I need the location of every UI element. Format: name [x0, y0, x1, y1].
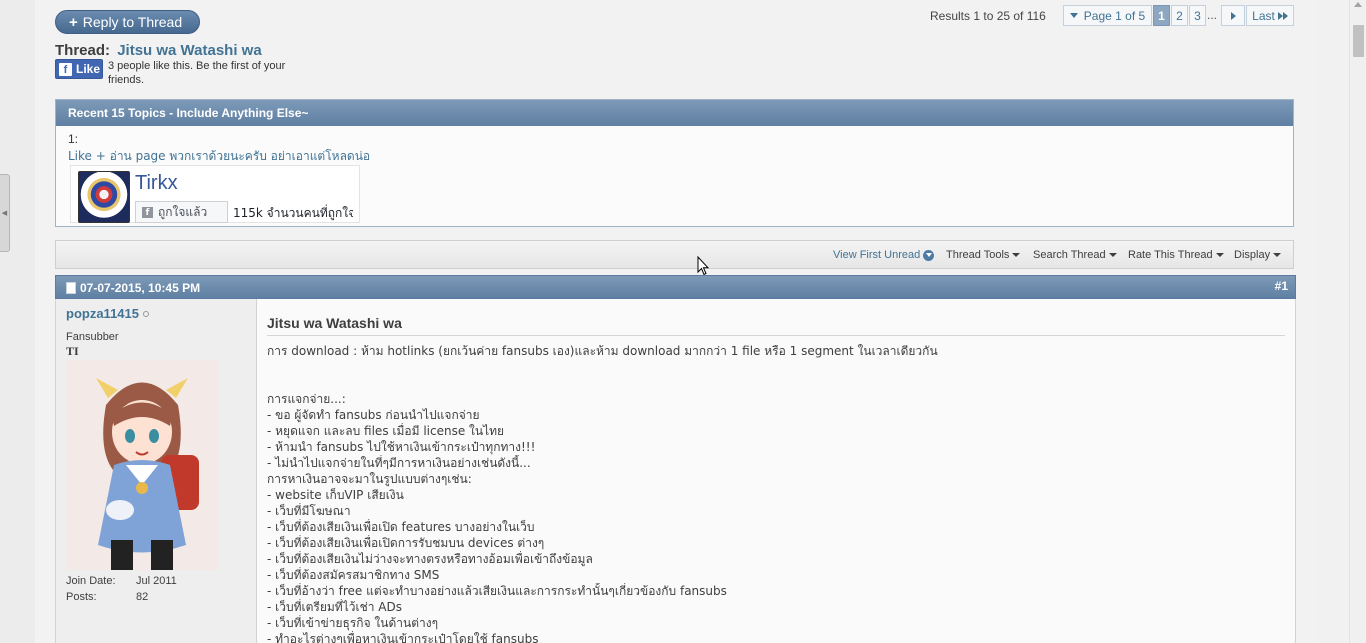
post-content: Jitsu wa Watashi wa การ download : ห้าม … [257, 299, 1296, 643]
post-line [267, 375, 1285, 391]
post-line: การหาเงินอาจจะมาในรูปแบบต่างๆเช่น: [267, 472, 472, 486]
search-thread-menu[interactable]: Search Thread [1033, 249, 1117, 261]
join-date-row: Join Date: Jul 2011 [66, 575, 177, 587]
thread-prefix: Thread: [55, 42, 111, 59]
thread-title-link[interactable]: Jitsu wa Watashi wa [117, 42, 262, 59]
facebook-page-like-button[interactable]: f ถูกใจแล้ว [135, 201, 228, 223]
side-panel-toggle[interactable]: ◀ [0, 174, 10, 252]
post-line: - ทำอะไรต่างๆเพื่อหาเงินเข้ากระเป๋าโดยใช… [267, 632, 539, 643]
post-line: - เว็บที่มีโฆษณา [267, 504, 351, 518]
posts-value: 82 [136, 591, 149, 603]
display-mode-menu[interactable]: Display [1234, 249, 1282, 261]
post-line: - เว็บที่ต้องเสียเงินไม่ว่างจะทางตรงหรือ… [267, 552, 593, 566]
mouse-cursor-icon [697, 256, 709, 276]
user-title: Fansubber [66, 331, 119, 343]
facebook-icon: f [59, 62, 72, 76]
join-date-value: Jul 2011 [136, 575, 177, 587]
facebook-page-avatar[interactable] [78, 171, 130, 223]
page-link[interactable]: 2 [1171, 5, 1188, 26]
post-line: - เว็บที่เตรียมที่ไว้เช่า ADs [267, 600, 402, 614]
post-line: - ไม่นำไปแจกจ่ายในที่ๆมีการหาเงินอย่างเช… [267, 456, 531, 470]
display-mode-label: Display [1234, 249, 1271, 261]
post-line: - เว็บที่ต้องเสียเงินเพื่อเปิด features … [267, 520, 535, 534]
last-page-label: Last [1252, 8, 1275, 23]
forum-page: + Reply to Thread Results 1 to 25 of 116… [35, 0, 1317, 643]
post-line: - เว็บที่ต้องสมัครสมาชิกทาง SMS [267, 568, 440, 582]
topic-link[interactable]: Like + อ่าน page พวกเราด้วยนะครับ อย่าเอ… [68, 147, 370, 166]
facebook-page-like-label: ถูกใจแล้ว [158, 204, 208, 219]
left-gutter [0, 0, 35, 643]
rate-thread-menu[interactable]: Rate This Thread [1128, 249, 1224, 261]
post-date: 07-07-2015, 10:45 PM [66, 281, 200, 295]
caret-down-icon [1215, 253, 1224, 257]
results-count: Results 1 to 25 of 116 [930, 9, 1046, 23]
arrow-right-icon [1230, 11, 1236, 20]
vertical-scrollbar[interactable] [1349, 0, 1366, 643]
facebook-page-name[interactable]: Tirkx [135, 172, 178, 195]
post-header: 07-07-2015, 10:45 PM #1 [55, 275, 1296, 299]
username-text: popza11415 [66, 306, 139, 321]
caret-down-icon [1069, 13, 1078, 18]
post-line: - เว็บที่ต้องเสียเงินเพื่อเปิดการรับชมบน… [267, 536, 545, 550]
recent-topics-box: Recent 15 Topics - Include Anything Else… [55, 99, 1294, 227]
user-avatar[interactable] [66, 360, 218, 570]
post-title: Jitsu wa Watashi wa [267, 315, 1285, 336]
scrollbar-thumb[interactable] [1353, 25, 1364, 57]
view-first-unread-link[interactable]: View First Unread [833, 249, 935, 261]
caret-down-icon [1108, 253, 1117, 257]
thread-tools-label: Thread Tools [946, 249, 1010, 261]
post-line: การ download : ห้าม hotlinks (ยกเว้นค่าย… [267, 344, 938, 358]
facebook-like-text: 3 people like this. Be the first of your… [108, 60, 286, 86]
offline-status-icon [143, 310, 149, 317]
post-line: - หยุดแจก และลบ files เมื่อมี license ใน… [267, 424, 505, 438]
chevron-left-icon: ◀ [1, 209, 8, 217]
caret-down-icon [1273, 253, 1282, 257]
page-jump-dropdown[interactable]: Page 1 of 5 [1063, 5, 1152, 26]
posts-label: Posts: [66, 591, 97, 603]
post-date-text: 07-07-2015, 10:45 PM [80, 281, 201, 295]
facebook-like-label: Like [76, 62, 101, 76]
post-line [267, 359, 1285, 375]
reply-to-thread-button[interactable]: + Reply to Thread [55, 10, 200, 34]
join-date-label: Join Date: [66, 575, 116, 587]
page-of-label: Page 1 of 5 [1083, 8, 1146, 23]
caret-down-icon [1012, 253, 1021, 257]
recent-topics-header: Recent 15 Topics - Include Anything Else… [56, 100, 1293, 126]
plus-icon: + [69, 13, 78, 31]
post-username[interactable]: popza11415 [66, 306, 149, 321]
facebook-page-widget: Tirkx f ถูกใจแล้ว 115k จำนวนคนที่ถูกใจ [70, 165, 360, 223]
search-thread-label: Search Thread [1033, 249, 1106, 261]
topic-number: 1: [68, 132, 79, 146]
post-permalink[interactable]: #1 [1275, 279, 1288, 293]
last-page-button[interactable]: Last [1246, 5, 1294, 26]
thread-tools-bar: View First Unread Thread Tools Search Th… [55, 240, 1294, 269]
thread-tools-menu[interactable]: Thread Tools [946, 249, 1021, 261]
post-user-info: popza11415 Fansubber TI Join Date: Jul 2… [55, 299, 257, 643]
page-link[interactable]: 3 [1189, 5, 1206, 26]
user-rank: TI [66, 344, 79, 358]
post-line: - ห้ามนำ fansubs ไปใช้หาเงินเข้ากระเป๋าท… [267, 440, 536, 454]
posts-count-row: Posts: 82 [66, 591, 148, 603]
thread-title: Thread: Jitsu wa Watashi wa [55, 42, 262, 59]
double-arrow-right-icon [1277, 11, 1288, 20]
post-line: การแจกจ่าย...: [267, 392, 346, 406]
post-message: การ download : ห้าม hotlinks (ยกเว้นค่าย… [267, 343, 1285, 643]
post-line: - เว็บที่อ้างว่า free แต่จะทำบางอย่างแล้… [267, 584, 727, 598]
view-first-unread-label: View First Unread [833, 249, 921, 261]
scroll-up-arrow-icon[interactable] [1354, 2, 1362, 7]
pager-ellipsis: ... [1207, 8, 1218, 22]
post-line: - ขอ ผู้จัดทำ fansubs ก่อนนำไปแจกจ่าย [267, 408, 480, 422]
reply-button-label: Reply to Thread [82, 14, 183, 30]
post-icon [66, 282, 76, 294]
facebook-page-like-count: 115k จำนวนคนที่ถูกใจ [233, 206, 353, 220]
down-arrow-circle-icon [923, 249, 935, 261]
page-link-current[interactable]: 1 [1153, 5, 1170, 26]
post-line: - เว็บที่เข้าข่ายธุรกิจ ในด้านต่างๆ [267, 616, 439, 630]
facebook-like-button[interactable]: f Like [55, 59, 103, 79]
rate-thread-label: Rate This Thread [1128, 249, 1213, 261]
next-page-button[interactable] [1221, 5, 1245, 26]
facebook-icon: f [142, 206, 153, 218]
post-line: - website เก็บVIP เสียเงิน [267, 488, 404, 502]
